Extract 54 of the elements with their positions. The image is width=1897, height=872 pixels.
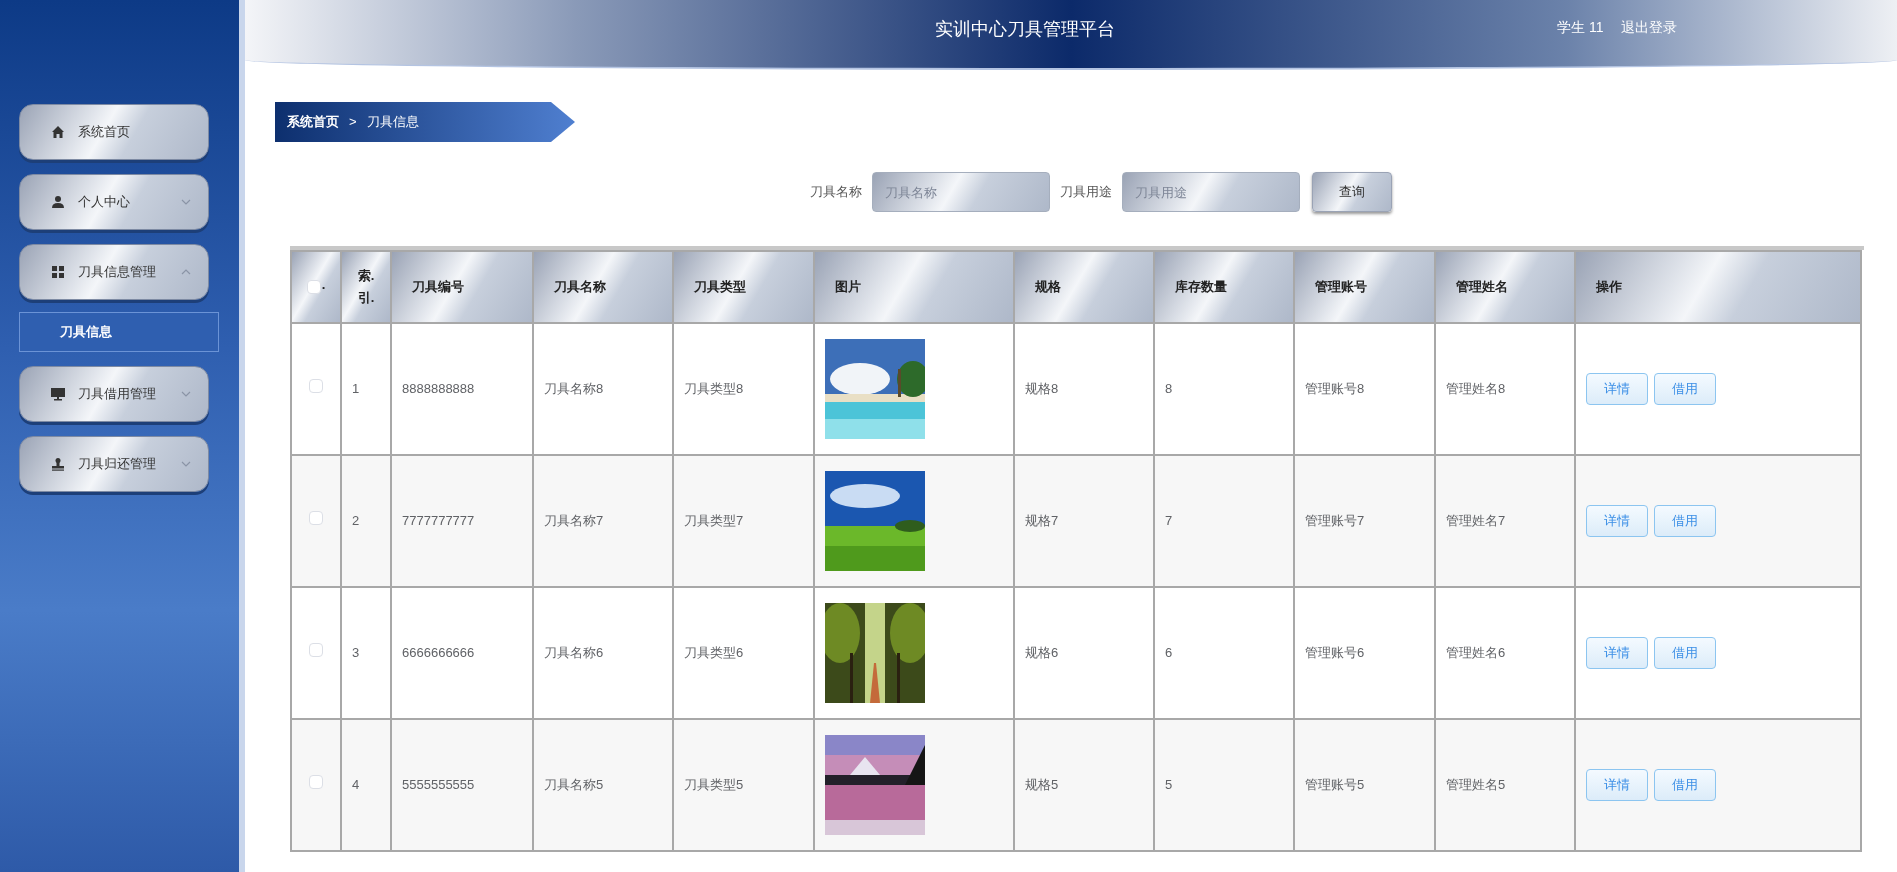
column-header: 库存数量 (1154, 251, 1294, 323)
table-cell: 刀具类型5 (673, 719, 814, 851)
borrow-button[interactable]: 借用 (1654, 505, 1716, 537)
search-button[interactable]: 查询 (1312, 172, 1392, 212)
checkbox[interactable] (309, 775, 323, 790)
search-field[interactable]: 刀具名称 (872, 172, 1050, 212)
stamp-icon (50, 456, 66, 472)
app-title: 实训中心刀具管理平台 (935, 18, 1115, 41)
checkbox[interactable] (309, 379, 323, 394)
header-mark: . (321, 275, 326, 294)
monitor-icon (50, 386, 66, 402)
table-cell: 5 (1154, 719, 1294, 851)
column-header: 操作 (1575, 251, 1861, 323)
field-label: 刀具用途 (1060, 183, 1112, 202)
sidebar-menu-item[interactable]: 刀具归还管理 (19, 436, 209, 492)
table-cell: 刀具名称5 (533, 719, 673, 851)
sidebar-menu-item[interactable]: 个人中心 (19, 174, 209, 230)
column-header: 管理账号 (1294, 251, 1435, 323)
column-header: 刀具名称 (533, 251, 673, 323)
sidebar-submenu-item[interactable]: 刀具信息 (19, 312, 219, 352)
table-cell: 管理账号5 (1294, 719, 1435, 851)
grid-icon (50, 264, 66, 280)
table-cell: 管理姓名5 (1435, 719, 1575, 851)
breadcrumb-item[interactable]: 系统首页 (287, 112, 339, 132)
user-name: 学生 11 (1557, 18, 1604, 37)
sidebar-menu-item[interactable]: 刀具信息管理 (19, 244, 209, 300)
details-button[interactable]: 详情 (1586, 637, 1648, 669)
logout-link[interactable]: 退出登录 (1621, 17, 1677, 38)
column-header: 图片 (814, 251, 1014, 323)
details-button[interactable]: 详情 (1586, 373, 1648, 405)
borrow-button[interactable]: 借用 (1654, 769, 1716, 801)
table-cell: 4 (341, 719, 391, 851)
table-cell: 规格5 (1014, 719, 1154, 851)
borrow-button[interactable]: 借用 (1654, 637, 1716, 669)
user-icon (50, 194, 66, 210)
borrow-button[interactable]: 借用 (1654, 373, 1716, 405)
checkbox[interactable] (309, 643, 323, 658)
column-header: 索. 引. (341, 251, 391, 323)
column-header: 管理姓名 (1435, 251, 1575, 323)
breadcrumb-separator: > (349, 113, 357, 132)
breadcrumb-item: 刀具信息 (366, 113, 419, 132)
details-button[interactable]: 详情 (1586, 769, 1648, 801)
column-header: 规格 (1014, 251, 1154, 323)
field-label: 刀具名称 (810, 183, 862, 202)
home-icon (50, 124, 66, 140)
table-cell: 5555555555 (391, 719, 533, 851)
checkbox[interactable] (309, 511, 323, 526)
details-button[interactable]: 详情 (1586, 505, 1648, 537)
sidebar-menu-item[interactable]: 系统首页 (19, 104, 209, 160)
checkbox[interactable] (306, 280, 321, 294)
sidebar-menu-item[interactable]: 刀具借用管理 (19, 366, 209, 422)
column-header: 刀具类型 (673, 251, 814, 323)
column-header: 刀具编号 (391, 251, 533, 323)
search-field[interactable]: 刀具用途 (1122, 172, 1300, 212)
